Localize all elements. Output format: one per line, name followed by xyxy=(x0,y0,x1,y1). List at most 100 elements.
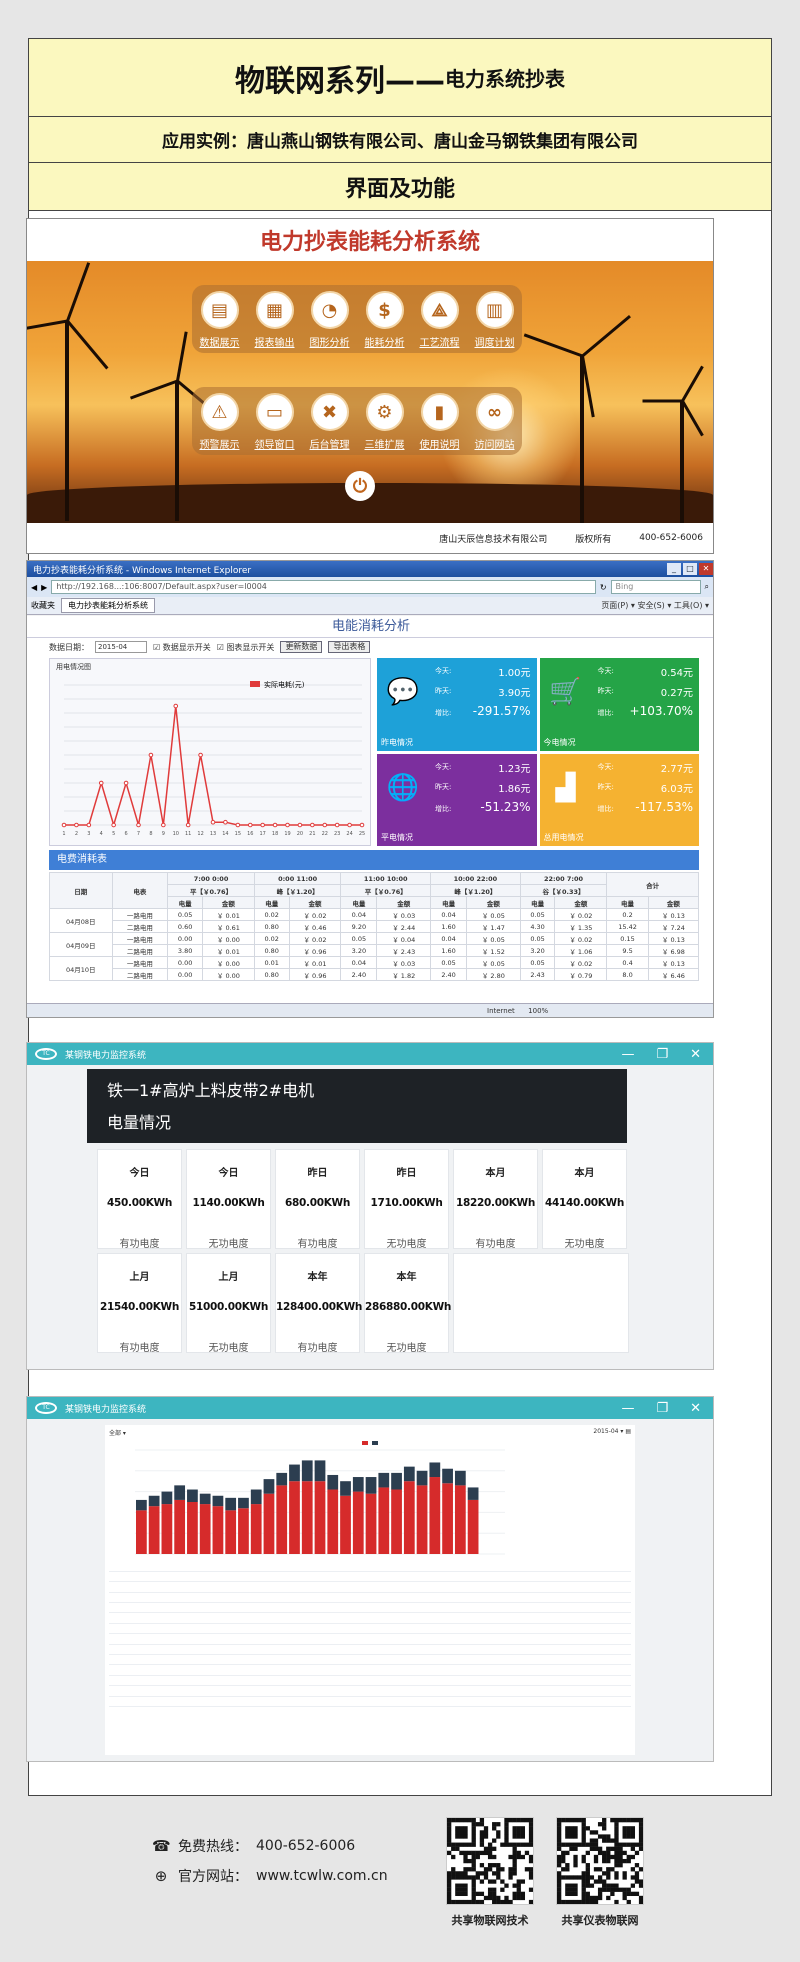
data-switch-checkbox[interactable]: ☑ 数据显示开关 xyxy=(153,642,211,653)
qr-module xyxy=(638,1867,644,1872)
menu-item[interactable]: $ 能耗分析 xyxy=(359,291,411,349)
menu-item[interactable]: ▦ 报表输出 xyxy=(249,291,301,349)
card-type: 无功电度 xyxy=(208,1239,249,1250)
bar-segment xyxy=(276,1472,288,1486)
qr-module xyxy=(573,1899,578,1905)
website-link[interactable]: www.tcwlw.com.cn xyxy=(256,1868,388,1884)
qr-module xyxy=(467,1899,472,1905)
meter-select[interactable]: 全部 ▾ xyxy=(109,1428,126,1437)
qr-module xyxy=(569,1846,574,1851)
qr-module xyxy=(622,1875,627,1880)
minimize-icon[interactable]: — xyxy=(621,1401,634,1416)
qr-module xyxy=(614,1834,619,1839)
qr-module xyxy=(577,1842,582,1847)
qr-module xyxy=(504,1883,509,1888)
maximize-icon[interactable]: ❐ xyxy=(656,1401,668,1416)
menu-item[interactable]: ∞ 访问网站 xyxy=(469,393,521,451)
qr-module xyxy=(602,1838,607,1843)
refresh-data-button[interactable]: 更新数据 xyxy=(280,641,323,653)
qr-module xyxy=(467,1858,472,1864)
bar-segment xyxy=(352,1491,364,1554)
menu-item[interactable]: ▥ 调度计划 xyxy=(469,291,521,349)
hotline-number: 400-652-6006 xyxy=(256,1838,356,1854)
qr-module xyxy=(610,1867,615,1872)
qr-module xyxy=(638,1883,644,1888)
export-table-button[interactable]: 导出表格 xyxy=(328,641,371,653)
qr-module xyxy=(593,1830,599,1835)
date-input[interactable]: 2015-04 xyxy=(95,641,147,653)
qr-module xyxy=(471,1822,476,1827)
yesterday-value: 3.90元 xyxy=(498,688,531,699)
qr-module xyxy=(512,1830,517,1835)
qr-module xyxy=(557,1854,562,1860)
close-icon[interactable]: ✕ xyxy=(690,1047,701,1062)
power-icon[interactable]: ⏻ xyxy=(345,471,375,501)
ie-toolbar-menus[interactable]: 页面(P) ▾ 安全(S) ▾ 工具(O) ▾ xyxy=(601,600,709,611)
menu-item[interactable]: ▭ 领导窗口 xyxy=(249,393,301,451)
qr-module xyxy=(597,1834,603,1839)
qr-module xyxy=(508,1899,513,1905)
menu-item[interactable]: ◔ 图形分析 xyxy=(304,291,356,349)
menu-item[interactable]: ⚠ 预警展示 xyxy=(194,393,246,451)
qr-module xyxy=(557,1818,562,1823)
ratio-value: -51.23% xyxy=(480,799,531,814)
forward-icon[interactable]: ▶ xyxy=(41,583,47,592)
qr-module xyxy=(520,1826,526,1831)
qr-module xyxy=(565,1850,570,1856)
qr-module xyxy=(459,1850,464,1856)
favorites-button[interactable]: 收藏夹 xyxy=(31,600,55,611)
qr-module xyxy=(512,1867,517,1872)
bar-segment xyxy=(199,1504,211,1554)
x-tick-label: 1 xyxy=(62,831,65,837)
qr-module xyxy=(634,1891,640,1897)
bar-segment xyxy=(352,1477,364,1492)
date-select[interactable]: 2015-04 ▾ ▤ xyxy=(593,1428,631,1437)
url-input[interactable]: http://192.168...:106:8007/Default.aspx?… xyxy=(51,580,596,594)
wind-turbine-scene: ▤ 数据展示 ▦ 报表输出 ◔ 图形分析 $ 能耗分析 ⟁ 工艺流程 ▥ 调度计划 ⚠ 预警展示 ▭ 领导窗… xyxy=(27,261,713,523)
back-icon[interactable]: ◀ xyxy=(31,583,37,592)
menu-item[interactable]: ✖ 后台管理 xyxy=(304,393,356,451)
chart-switch-checkbox[interactable]: ☑ 图表显示开关 xyxy=(217,642,275,653)
menu-item[interactable]: ▤ 数据展示 xyxy=(194,291,246,349)
menu-item[interactable]: ▮ 使用说明 xyxy=(414,393,466,451)
qr-module xyxy=(614,1863,619,1868)
data-point xyxy=(61,822,67,828)
qr-module xyxy=(471,1838,476,1843)
qr-module xyxy=(630,1854,636,1860)
qr-module xyxy=(573,1834,578,1839)
menu-item[interactable]: ⚙ 三维扩展 xyxy=(359,393,411,451)
qr-module xyxy=(520,1830,526,1835)
minimize-icon[interactable]: _ xyxy=(667,563,681,575)
bar-segment xyxy=(467,1499,479,1554)
menu-item[interactable]: ⟁ 工艺流程 xyxy=(414,291,466,349)
minimize-icon[interactable]: — xyxy=(621,1047,634,1062)
qr-module xyxy=(455,1846,460,1851)
qr-module xyxy=(565,1842,570,1847)
bar-segment xyxy=(199,1493,211,1505)
qr-module xyxy=(504,1834,509,1839)
qr-module xyxy=(585,1875,590,1880)
qr-module xyxy=(557,1834,562,1839)
close-icon[interactable]: ✕ xyxy=(699,563,713,575)
qr-module xyxy=(561,1850,566,1856)
browser-tab[interactable]: 电力抄表能耗分析系统 xyxy=(61,598,155,613)
search-input[interactable]: Bing xyxy=(610,580,701,594)
qr-module xyxy=(459,1891,464,1897)
maximize-icon[interactable]: □ xyxy=(683,563,697,575)
maximize-icon[interactable]: ❐ xyxy=(656,1047,668,1062)
monitor-window-2: TC 某钢铁电力监控系统 — ❐ ✕ 全部 ▾ 2015-04 ▾ ▤ xyxy=(26,1396,714,1762)
qr-module xyxy=(455,1826,460,1831)
search-icon[interactable]: ⌕ xyxy=(705,582,709,592)
qr-module xyxy=(565,1887,570,1892)
qr-module xyxy=(569,1887,574,1892)
close-icon[interactable]: ✕ xyxy=(690,1401,701,1416)
bar-segment xyxy=(136,1499,147,1511)
qr-module xyxy=(626,1899,631,1905)
refresh-icon[interactable]: ↻ xyxy=(600,583,607,592)
qr-module xyxy=(483,1875,489,1880)
qr-module xyxy=(589,1895,595,1901)
card-value: 51000.00KWh xyxy=(188,1301,269,1313)
qr-module xyxy=(512,1858,517,1864)
qr-module xyxy=(512,1850,517,1856)
qr-module xyxy=(622,1871,627,1876)
